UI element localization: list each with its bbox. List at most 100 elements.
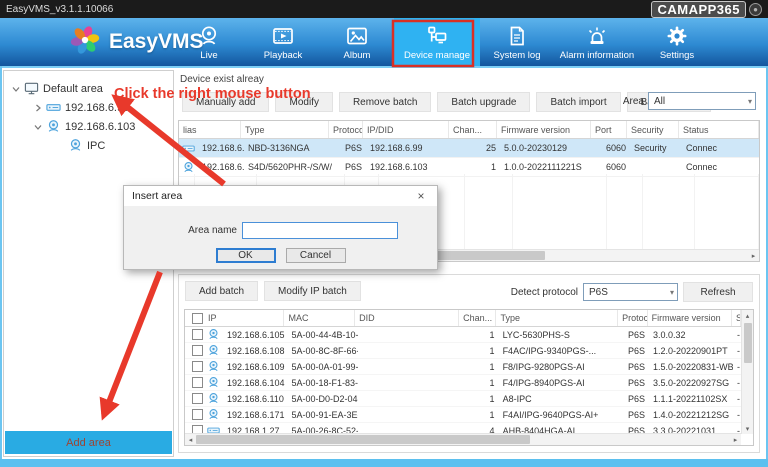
cell-type: F4/IPG-8940PGS-AI — [499, 378, 620, 388]
vscroll-thumb[interactable] — [744, 323, 752, 363]
select-all-checkbox[interactable] — [192, 313, 203, 324]
tree-item-label: IPC — [87, 140, 105, 152]
column-header-firmware-version: Firmware version — [648, 310, 732, 326]
toolbar-item-album[interactable]: Album — [320, 18, 394, 66]
tree-item-192-168-6-99[interactable]: 192.168.6.99 — [4, 98, 173, 117]
table-row[interactable]: 192.168.6.99NBD-3136NGAP6S192.168.6.9925… — [179, 139, 759, 158]
dialog-field-row: Area name — [124, 222, 437, 239]
tree-item-label: 192.168.6.99 — [65, 102, 129, 114]
modify-button[interactable]: Modify — [275, 92, 332, 112]
cell-chan: 1 — [461, 410, 498, 420]
close-icon[interactable]: × — [413, 189, 429, 203]
scroll-down-icon[interactable]: ▾ — [742, 423, 753, 434]
cancel-button[interactable]: Cancel — [286, 248, 346, 263]
table-row[interactable]: 192.168.6.1105A-00-D0-D2-04-711A8-IPCP6S… — [185, 391, 741, 407]
detect-protocol-box: Detect protocol P6S ▾ Refresh — [511, 282, 753, 302]
chevron-expanded-icon[interactable] — [10, 85, 22, 93]
toolbar-item-live[interactable]: Live — [172, 18, 246, 66]
area-select[interactable]: All ▾ — [648, 92, 756, 110]
refresh-button[interactable]: Refresh — [683, 282, 753, 302]
row-checkbox[interactable] — [192, 377, 203, 388]
device-table-header: liasTypeProtocolIP/DIDChan...Firmware ve… — [179, 121, 759, 139]
row-checkbox[interactable] — [192, 393, 203, 404]
tree-item-ipc[interactable]: IPC — [4, 136, 173, 155]
row-checkbox[interactable] — [192, 409, 203, 420]
camera-icon — [204, 392, 223, 405]
filler-cell — [695, 174, 759, 250]
add-batch-button[interactable]: Add batch — [185, 281, 258, 301]
cell-mac: 5A-00-D0-D2-04-71 — [288, 394, 358, 404]
table-row[interactable]: 192.168.6.1045A-00-18-F1-83-1B1F4/IPG-89… — [185, 375, 741, 391]
row-checkbox-wrap — [185, 393, 204, 404]
toolbar-item-device-manage[interactable]: Device manage — [394, 18, 480, 66]
scroll-up-icon[interactable]: ▴ — [742, 310, 753, 321]
camera-icon — [179, 161, 198, 174]
detect-protocol-select[interactable]: P6S ▾ — [583, 283, 678, 301]
chevron-collapsed-icon[interactable] — [32, 104, 44, 112]
watermark-badge: CAMAPP365 — [651, 1, 746, 18]
toolbar-item-alarm-information[interactable]: Alarm information — [554, 18, 640, 66]
toolbar-item-playback[interactable]: Playback — [246, 18, 320, 66]
cell-status: - — [733, 362, 741, 372]
detect-protocol-value: P6S — [589, 287, 608, 298]
toolbar-item-label: Playback — [264, 50, 303, 61]
column-header-firmware-version: Firmware version — [497, 121, 591, 138]
nvr-icon — [44, 100, 62, 115]
cell-ip: 192.168.6.171 — [223, 410, 288, 420]
toolbar-item-system-log[interactable]: System log — [480, 18, 554, 66]
tree-item-label: Default area — [43, 83, 103, 95]
add-area-button[interactable]: Add area — [5, 431, 172, 454]
ok-button[interactable]: OK — [216, 248, 276, 263]
modify-ip-batch-button[interactable]: Modify IP batch — [264, 281, 361, 301]
row-checkbox[interactable] — [192, 361, 203, 372]
camera-icon — [204, 360, 223, 373]
tree-item-default-area[interactable]: Default area — [4, 79, 173, 98]
watermark-circle-icon: ● — [749, 3, 762, 16]
camera-icon — [204, 408, 223, 421]
area-name-input[interactable] — [242, 222, 398, 239]
cell-protocol: P6S — [620, 330, 649, 340]
chevron-expanded-icon[interactable] — [32, 123, 44, 131]
column-header-mac: MAC — [284, 310, 355, 326]
search-table-hscrollbar[interactable]: ◂ ▸ — [185, 433, 741, 445]
gear-icon — [665, 24, 689, 48]
cell-type: F4AC/IPG-9340PGS-... — [499, 346, 620, 356]
film-icon — [271, 24, 295, 48]
filler-cell — [465, 174, 513, 250]
remove-batch-button[interactable]: Remove batch — [339, 92, 431, 112]
batch-upgrade-button[interactable]: Batch upgrade — [437, 92, 530, 112]
cell-chan: 1 — [461, 346, 498, 356]
tree-item-192-168-6-103[interactable]: 192.168.6.103 — [4, 117, 173, 136]
scroll-right-icon[interactable]: ▸ — [748, 250, 759, 261]
chevron-down-icon: ▾ — [748, 97, 752, 106]
scroll-left-icon[interactable]: ◂ — [185, 434, 196, 445]
column-header-protocol: Protocol — [329, 121, 363, 138]
search-table-vscrollbar[interactable]: ▴ ▾ — [741, 310, 753, 434]
batch-import-button[interactable]: Batch import — [536, 92, 620, 112]
area-label: Area — [623, 96, 644, 107]
table-row[interactable]: 192.168.6.1055A-00-44-4B-10-431LYC-5630P… — [185, 327, 741, 343]
cell-status: - — [733, 330, 741, 340]
column-header-status: Status — [732, 310, 741, 326]
cell-protocol: P6S — [620, 362, 649, 372]
toolbar-item-label: Live — [200, 50, 217, 61]
table-row[interactable]: 192.168.6.1715A-00-91-EA-3E-C31F4AI/IPG-… — [185, 407, 741, 423]
cell-chan: 1 — [461, 378, 498, 388]
column-header-type: Type — [241, 121, 329, 138]
header-checkbox-wrap — [185, 313, 204, 324]
frame-bottom — [0, 459, 768, 467]
cell-ip: 192.168.6.110 — [223, 394, 288, 404]
row-checkbox[interactable] — [192, 329, 203, 340]
toolbar-item-settings[interactable]: Settings — [640, 18, 714, 66]
column-header-protocol: Protocol — [618, 310, 648, 326]
main-nav: Live Playback AlbumDevice manageSystem log… — [172, 18, 714, 66]
manually-add-button[interactable]: Manually add — [182, 92, 269, 112]
cell-chan: 1 — [461, 362, 498, 372]
scroll-right-icon[interactable]: ▸ — [730, 434, 741, 445]
table-row[interactable]: 192.168.6.1095A-00-0A-01-99-6C1F8/IPG-92… — [185, 359, 741, 375]
row-checkbox[interactable] — [192, 345, 203, 356]
cell-ip: 192.168.6.108 — [223, 346, 288, 356]
cell-protocol: P6S — [332, 162, 366, 172]
hscroll-thumb[interactable] — [196, 435, 530, 444]
table-row[interactable]: 192.168.6.1085A-00-8C-8F-66-DA1F4AC/IPG-… — [185, 343, 741, 359]
